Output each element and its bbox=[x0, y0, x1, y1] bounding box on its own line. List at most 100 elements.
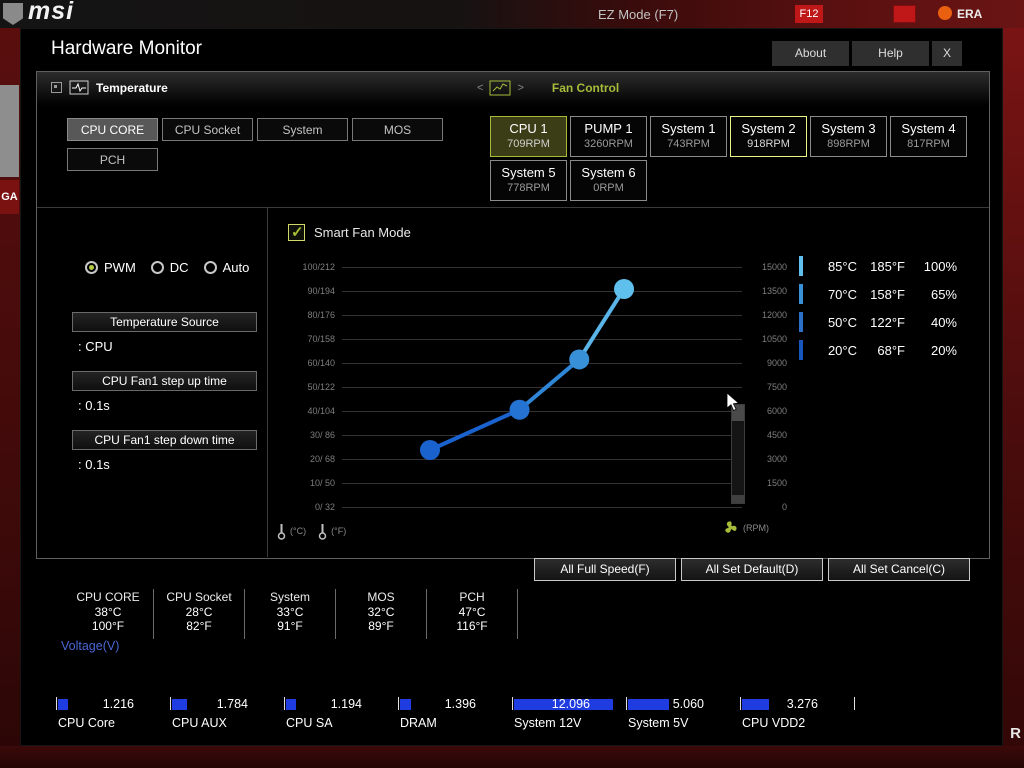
chevron-right-icon[interactable]: > bbox=[517, 82, 523, 94]
fan-button-system-5[interactable]: System 5 778RPM bbox=[490, 160, 567, 201]
temp-fahrenheit: 116°F bbox=[456, 619, 488, 633]
voltage-name: CPU VDD2 bbox=[742, 716, 806, 730]
dialog-title: Hardware Monitor bbox=[51, 38, 202, 59]
help-button[interactable]: Help bbox=[852, 41, 929, 66]
right-axis-tick: 6000 bbox=[766, 406, 787, 416]
temp-tab-cpu-core[interactable]: CPU CORE bbox=[67, 118, 158, 141]
right-axis-tick: 7500 bbox=[766, 382, 787, 392]
right-axis-tick: 0 bbox=[781, 502, 787, 512]
screenshot-f12-button[interactable]: F12 bbox=[795, 5, 823, 23]
mouse-cursor-icon bbox=[726, 393, 740, 412]
ez-mode-button[interactable]: EZ Mode (F7) bbox=[598, 7, 678, 22]
horizontal-divider bbox=[37, 207, 989, 208]
voltage-value: 1.396 bbox=[444, 697, 476, 711]
voltage-name: System 12V bbox=[514, 716, 582, 730]
fan-name: System 2 bbox=[741, 121, 796, 136]
fahrenheit-unit-label: (°F) bbox=[331, 526, 347, 536]
legend-fahrenheit: 68°F bbox=[877, 342, 905, 358]
temp-name: System bbox=[269, 590, 310, 604]
action-button-all-set-default-d[interactable]: All Set Default(D) bbox=[681, 558, 823, 581]
fan-name: System 3 bbox=[821, 121, 876, 136]
temp-tab-pch[interactable]: PCH bbox=[67, 148, 158, 171]
fan-button-system-6[interactable]: System 6 0RPM bbox=[570, 160, 647, 201]
about-button[interactable]: About bbox=[772, 41, 849, 66]
left-axis-tick: 20/ 68 bbox=[309, 454, 335, 464]
fan-curve-point[interactable] bbox=[509, 399, 530, 420]
setting-button-cpu-fan1-step-up-time[interactable]: CPU Fan1 step up time bbox=[72, 371, 257, 391]
fan-curve-point[interactable] bbox=[614, 279, 635, 299]
temp-tab-cpu-socket[interactable]: CPU Socket bbox=[162, 118, 253, 141]
smart-fan-checkbox[interactable] bbox=[288, 223, 305, 241]
temperature-readout-mos: MOS 32°C 89°F bbox=[336, 589, 427, 639]
rpm-unit-label: (RPM) bbox=[743, 522, 769, 533]
temperature-readout-cpu-core: CPU CORE 38°C 100°F bbox=[63, 589, 154, 639]
temp-tab-system[interactable]: System bbox=[257, 118, 348, 141]
fan-buttons-grid: CPU 1 709RPM PUMP 1 3260RPM System 1 743RPM Sy… bbox=[490, 116, 976, 204]
voltage-cell-cpu-vdd2: 3.276 CPU VDD2 bbox=[740, 697, 854, 737]
fan-curve-point[interactable] bbox=[420, 440, 440, 460]
fan-button-system-4[interactable]: System 4 817RPM bbox=[890, 116, 967, 157]
legend-row: 20°C 68°F 20% bbox=[799, 336, 957, 364]
voltage-name: CPU Core bbox=[58, 716, 115, 730]
temp-celsius: 38°C bbox=[94, 605, 122, 619]
action-button-all-full-speed-f[interactable]: All Full Speed(F) bbox=[534, 558, 676, 581]
right-axis-tick: 4500 bbox=[766, 430, 787, 440]
fan-button-system-3[interactable]: System 3 898RPM bbox=[810, 116, 887, 157]
legend-color-bar bbox=[799, 340, 803, 360]
temp-celsius: 33°C bbox=[276, 605, 304, 619]
voltage-name: CPU SA bbox=[286, 716, 333, 730]
temp-tab-mos[interactable]: MOS bbox=[352, 118, 443, 141]
radio-circle-icon bbox=[85, 261, 98, 274]
fan-rpm-value: 709RPM bbox=[507, 138, 550, 150]
right-axis-tick: 10500 bbox=[761, 334, 787, 344]
fan-button-pump-1[interactable]: PUMP 1 3260RPM bbox=[570, 116, 647, 157]
legend-duty: 65% bbox=[930, 286, 957, 302]
section-box-icon bbox=[51, 82, 62, 93]
mode-radio-dc[interactable]: DC bbox=[150, 260, 189, 275]
slider-foot bbox=[732, 495, 744, 503]
language-label[interactable]: ERA bbox=[957, 7, 982, 21]
msi-logo: msi bbox=[28, 0, 75, 25]
radio-circle-icon bbox=[150, 261, 164, 274]
left-axis-tick: 70/158 bbox=[307, 334, 335, 344]
bios-left-edge: GA bbox=[0, 28, 20, 768]
action-button-all-set-cancel-c[interactable]: All Set Cancel(C) bbox=[828, 558, 970, 581]
fan-button-system-2[interactable]: System 2 918RPM bbox=[730, 116, 807, 157]
legend-duty: 20% bbox=[930, 342, 957, 358]
temp-fahrenheit: 91°F bbox=[277, 619, 303, 633]
background-panel-fragment bbox=[0, 85, 19, 177]
rpm-slider[interactable] bbox=[731, 404, 745, 504]
legend-fahrenheit: 185°F bbox=[870, 258, 905, 274]
legend-color-bar bbox=[799, 256, 803, 276]
fan-rpm-value: 898RPM bbox=[827, 138, 870, 150]
fan-curve-point[interactable] bbox=[569, 349, 590, 370]
left-axis-tick: 10/ 50 bbox=[309, 478, 335, 488]
chevron-left-icon[interactable]: < bbox=[477, 82, 483, 94]
voltage-end-tick bbox=[854, 697, 855, 710]
fan-settings-list: Temperature Source: CPU CPU Fan1 step up … bbox=[72, 312, 262, 489]
fan-name: System 6 bbox=[581, 165, 636, 180]
right-axis-tick: 3000 bbox=[766, 454, 787, 464]
left-axis-tick: 80/176 bbox=[307, 310, 335, 320]
fan-button-cpu-1[interactable]: CPU 1 709RPM bbox=[490, 116, 567, 157]
legend-celsius: 70°C bbox=[827, 286, 857, 302]
right-axis-tick: 1500 bbox=[766, 478, 787, 488]
mode-radio-pwm[interactable]: PWM bbox=[85, 260, 136, 275]
temperature-readout-pch: PCH 47°C 116°F bbox=[427, 589, 518, 639]
voltage-cell-system-5v: 5.060 System 5V bbox=[626, 697, 740, 737]
setting-button-cpu-fan1-step-down-time[interactable]: CPU Fan1 step down time bbox=[72, 430, 257, 450]
mode-radio-auto[interactable]: Auto bbox=[203, 260, 249, 275]
bios-top-bar: msi EZ Mode (F7) F12 ERA bbox=[0, 0, 1024, 28]
setting-button-temperature-source[interactable]: Temperature Source bbox=[72, 312, 257, 332]
close-button[interactable]: X bbox=[932, 41, 962, 66]
temperature-tabs: CPU CORE CPU Socket System MOS PCH bbox=[67, 118, 457, 178]
language-globe-icon[interactable] bbox=[938, 6, 952, 20]
flag-icon[interactable] bbox=[893, 5, 916, 23]
voltage-name: DRAM bbox=[400, 716, 437, 730]
fan-button-system-1[interactable]: System 1 743RPM bbox=[650, 116, 727, 157]
legend-celsius: 20°C bbox=[827, 342, 857, 358]
legend-duty: 40% bbox=[930, 314, 957, 330]
left-axis-tick: 30/ 86 bbox=[309, 430, 335, 440]
fan-curve-chart: 100/212 15000 90/194 13500 80/176 12000 70/158… bbox=[287, 257, 787, 527]
right-axis-tick: 15000 bbox=[761, 262, 787, 272]
